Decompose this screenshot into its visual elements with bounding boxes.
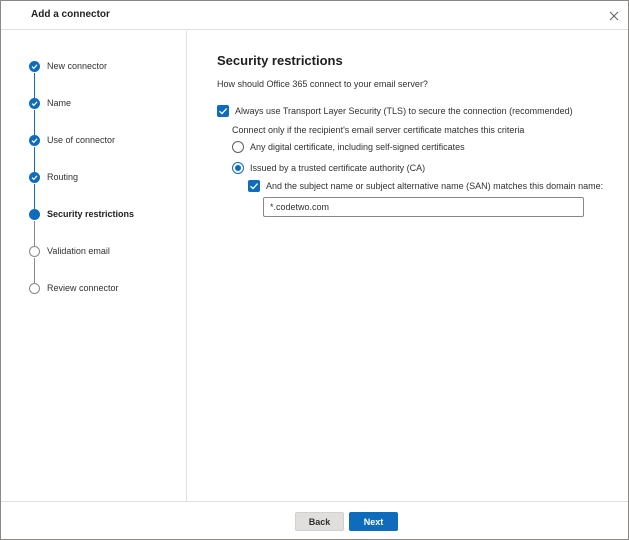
step-use-of-connector[interactable]: Use of connector [29,131,179,151]
empty-circle-icon [29,283,40,294]
step-validation-email: Validation email [29,242,179,262]
close-icon[interactable] [607,9,621,23]
dialog-titlebar: Add a connector [1,1,628,30]
san-checkbox-label: And the subject name or subject alternat… [266,181,604,191]
tls-checkbox-label: Always use Transport Layer Security (TLS… [235,106,573,116]
checkmark-circle-icon [29,172,40,183]
step-security-restrictions[interactable]: Security restrictions [29,205,179,225]
step-routing[interactable]: Routing [29,168,179,188]
checkmark-circle-icon [29,61,40,72]
step-label: Routing [47,172,79,182]
next-button[interactable]: Next [349,512,398,531]
step-name[interactable]: Name [29,94,179,114]
dialog-footer: Back Next [1,501,628,539]
step-label: Security restrictions [47,209,135,219]
domain-name-input[interactable] [263,197,584,217]
radio-button[interactable] [232,141,244,153]
wizard-steps-sidebar: New connector Name Use of connector Rout… [1,31,187,501]
page-title: Security restrictions [217,53,343,68]
step-label: Use of connector [47,135,116,145]
back-button[interactable]: Back [295,512,344,531]
radio-button[interactable] [232,162,244,174]
step-label: Name [47,98,72,108]
step-label: Review connector [47,283,119,293]
step-new-connector[interactable]: New connector [29,57,179,77]
empty-circle-icon [29,246,40,257]
add-connector-dialog: Add a connector New connector Name Use o… [0,0,629,540]
step-review-connector: Review connector [29,279,179,299]
criteria-text: Connect only if the recipient's email se… [232,125,525,135]
dialog-title: Add a connector [31,9,110,20]
current-step-dot-icon [29,209,40,220]
question-text: How should Office 365 connect to your em… [217,79,428,89]
radio-label: Any digital certificate, including self-… [250,142,465,152]
san-checkbox[interactable] [248,180,260,192]
checkmark-circle-icon [29,135,40,146]
radio-label: Issued by a trusted certificate authorit… [250,163,426,173]
step-label: New connector [47,61,108,71]
main-content: Security restrictions How should Office … [217,31,617,501]
tls-checkbox[interactable] [217,105,229,117]
step-label: Validation email [47,246,110,256]
checkmark-circle-icon [29,98,40,109]
